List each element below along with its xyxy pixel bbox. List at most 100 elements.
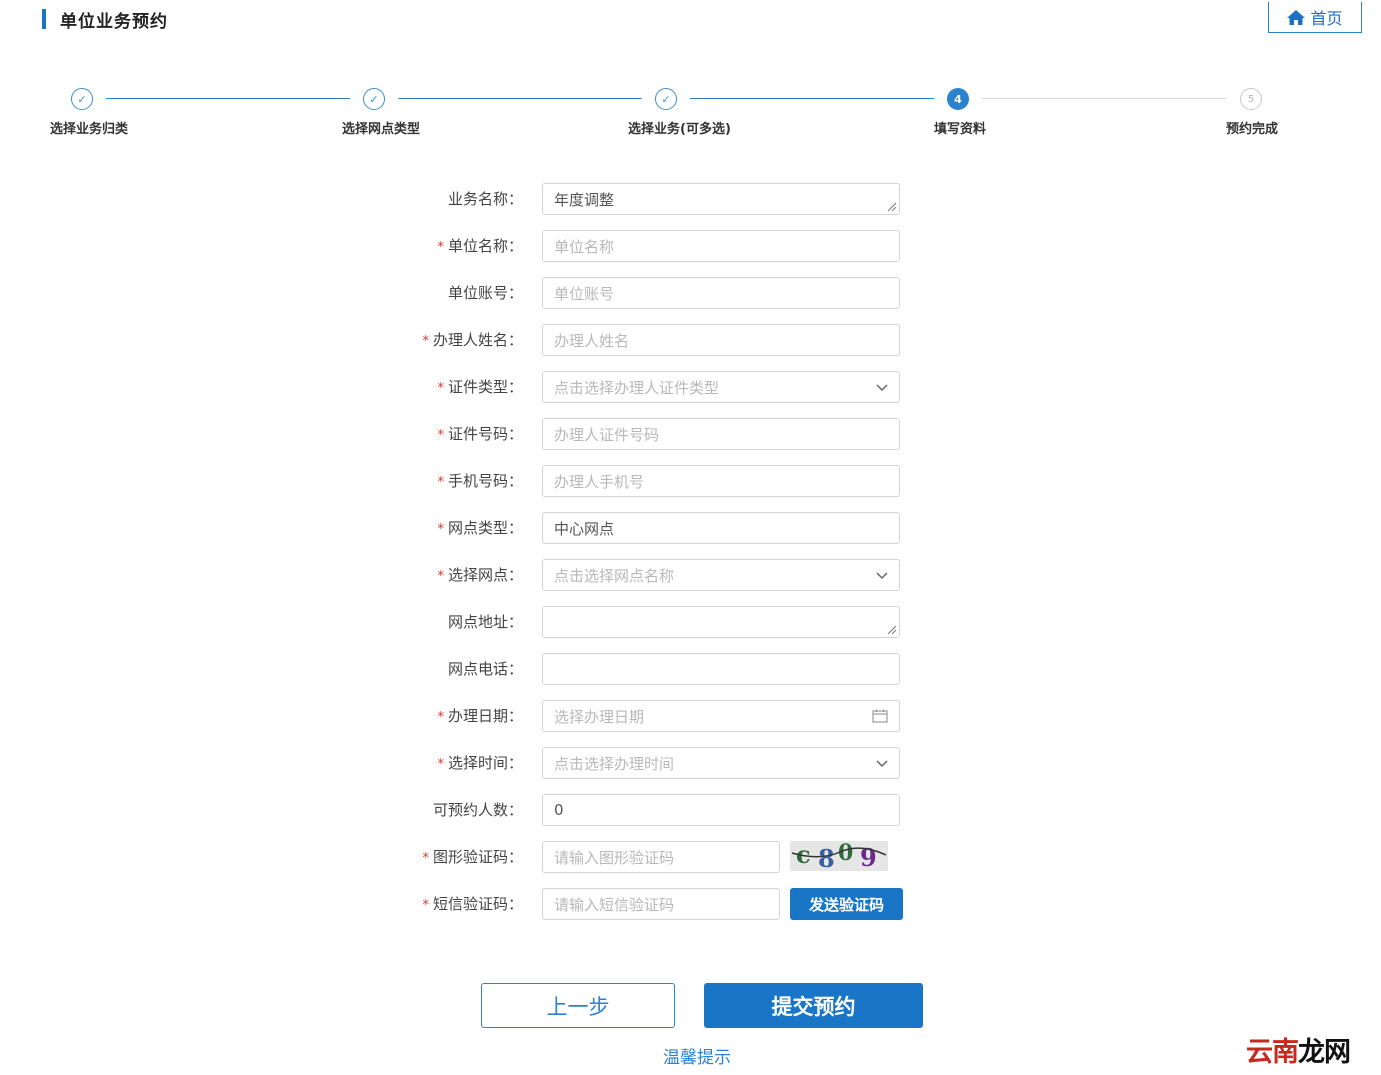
home-label: 首页 xyxy=(1310,9,1343,28)
id-number-input[interactable]: 办理人证件号码 xyxy=(542,418,900,450)
calendar-icon xyxy=(872,709,888,723)
required-mark: * xyxy=(437,569,444,584)
title-accent-bar xyxy=(42,9,46,29)
step-1-label: 选择业务归类 xyxy=(50,122,129,137)
step-3-label: 选择业务(可多选) xyxy=(628,122,731,137)
row-id-type: * 证件类型： 点击选择办理人证件类型 xyxy=(0,371,1381,403)
required-mark: * xyxy=(437,381,444,396)
tips-link[interactable]: 温馨提示 xyxy=(663,1043,731,1068)
row-unit-account: 单位账号： 单位账号 xyxy=(0,277,1381,309)
time-placeholder: 点击选择办理时间 xyxy=(554,754,675,773)
step-connector xyxy=(690,98,934,99)
home-button[interactable]: 首页 xyxy=(1268,2,1362,33)
step-1-check-icon: ✓ xyxy=(71,88,93,110)
capacity-field[interactable]: 0 xyxy=(542,794,900,826)
outlet-address-label: 网点地址： xyxy=(447,613,523,631)
captcha-graphic: c 8 0 9 xyxy=(790,840,888,873)
outlet-phone-label: 网点电话： xyxy=(447,660,523,678)
row-phone: * 手机号码： 办理人手机号 xyxy=(0,465,1381,497)
row-unit-name: * 单位名称： 单位名称 xyxy=(0,230,1381,262)
time-select[interactable]: 点击选择办理时间 xyxy=(542,747,900,779)
sms-code-label: * 短信验证码： xyxy=(422,895,523,913)
handler-name-input[interactable]: 办理人姓名 xyxy=(542,324,900,356)
capacity-label: 可预约人数： xyxy=(432,801,523,819)
step-2-check-icon: ✓ xyxy=(363,88,385,110)
sms-code-input[interactable]: 请输入短信验证码 xyxy=(542,888,780,920)
row-time: * 选择时间： 点击选择办理时间 xyxy=(0,747,1381,779)
row-outlet-type: * 网点类型： 中心网点 xyxy=(0,512,1381,544)
required-mark: * xyxy=(422,334,429,349)
required-mark: * xyxy=(437,240,444,255)
required-mark: * xyxy=(437,522,444,537)
step-connector xyxy=(982,98,1226,99)
business-name-field[interactable]: 年度调整 xyxy=(542,183,900,215)
prev-step-button[interactable]: 上一步 xyxy=(481,983,675,1028)
captcha-input[interactable]: 请输入图形验证码 xyxy=(542,841,780,873)
unit-account-label: 单位账号： xyxy=(447,284,523,302)
page-title: 单位业务预约 xyxy=(60,11,168,32)
step-3-check-icon: ✓ xyxy=(655,88,677,110)
outlet-label: * 选择网点： xyxy=(437,566,523,584)
row-outlet-phone: 网点电话： xyxy=(0,653,1381,685)
row-outlet-address: 网点地址： xyxy=(0,606,1381,638)
chevron-down-icon xyxy=(876,572,888,580)
outlet-phone-field[interactable] xyxy=(542,653,900,685)
svg-text:9: 9 xyxy=(860,843,877,871)
date-placeholder: 选择办理日期 xyxy=(554,707,645,726)
row-outlet: * 选择网点： 点击选择网点名称 xyxy=(0,559,1381,591)
unit-account-input[interactable]: 单位账号 xyxy=(542,277,900,309)
chevron-down-icon xyxy=(876,760,888,768)
captcha-label: * 图形验证码： xyxy=(422,848,523,866)
progress-steps: ✓ 选择业务归类 ✓ 选择网点类型 ✓ 选择业务(可多选) 4 填写资料 5 预… xyxy=(0,84,1381,144)
id-type-select[interactable]: 点击选择办理人证件类型 xyxy=(542,371,900,403)
row-id-number: * 证件号码： 办理人证件号码 xyxy=(0,418,1381,450)
required-mark: * xyxy=(437,710,444,725)
outlet-placeholder: 点击选择网点名称 xyxy=(554,566,675,585)
outlet-type-field[interactable]: 中心网点 xyxy=(542,512,900,544)
submit-button[interactable]: 提交预约 xyxy=(704,983,923,1028)
phone-label: * 手机号码： xyxy=(437,472,523,490)
handler-name-label: * 办理人姓名： xyxy=(422,331,523,349)
required-mark: * xyxy=(422,898,429,913)
step-2-label: 选择网点类型 xyxy=(342,122,421,137)
time-label: * 选择时间： xyxy=(437,754,523,772)
unit-name-label: * 单位名称： xyxy=(437,237,523,255)
svg-text:0: 0 xyxy=(838,841,853,866)
step-5-label: 预约完成 xyxy=(1226,122,1279,137)
required-mark: * xyxy=(437,428,444,443)
date-label: * 办理日期： xyxy=(437,707,523,725)
step-4-marker: 4 xyxy=(947,88,969,110)
id-type-label: * 证件类型： xyxy=(437,378,523,396)
outlet-select[interactable]: 点击选择网点名称 xyxy=(542,559,900,591)
step-connector xyxy=(106,98,350,99)
resize-handle-icon[interactable] xyxy=(885,200,897,212)
step-4-label: 填写资料 xyxy=(934,122,987,137)
business-name-label: 业务名称： xyxy=(447,190,523,208)
outlet-type-label: * 网点类型： xyxy=(437,519,523,537)
required-mark: * xyxy=(437,757,444,772)
svg-text:8: 8 xyxy=(818,844,835,871)
captcha-image[interactable]: c 8 0 9 xyxy=(790,840,888,873)
row-handler-name: * 办理人姓名： 办理人姓名 xyxy=(0,324,1381,356)
required-mark: * xyxy=(422,851,429,866)
required-mark: * xyxy=(437,475,444,490)
phone-input[interactable]: 办理人手机号 xyxy=(542,465,900,497)
row-captcha: * 图形验证码： 请输入图形验证码 c 8 0 9 xyxy=(0,840,1381,873)
step-connector xyxy=(398,98,642,99)
chevron-down-icon xyxy=(876,384,888,392)
row-capacity: 可预约人数： 0 xyxy=(0,794,1381,826)
outlet-address-field[interactable] xyxy=(542,606,900,638)
home-icon xyxy=(1287,9,1306,25)
resize-handle-icon[interactable] xyxy=(885,623,897,635)
row-business-name: 业务名称： 年度调整 xyxy=(0,183,1381,215)
send-code-button[interactable]: 发送验证码 xyxy=(790,888,903,920)
watermark-logo: 云南龙网 xyxy=(1246,1037,1351,1068)
id-type-placeholder: 点击选择办理人证件类型 xyxy=(554,378,720,397)
page-header: 单位业务预约 xyxy=(42,8,168,32)
step-5-marker: 5 xyxy=(1240,88,1262,110)
row-sms-code: * 短信验证码： 请输入短信验证码 发送验证码 xyxy=(0,888,1381,920)
unit-name-input[interactable]: 单位名称 xyxy=(542,230,900,262)
row-date: * 办理日期： 选择办理日期 xyxy=(0,700,1381,732)
date-picker[interactable]: 选择办理日期 xyxy=(542,700,900,732)
business-name-value: 年度调整 xyxy=(554,190,615,209)
